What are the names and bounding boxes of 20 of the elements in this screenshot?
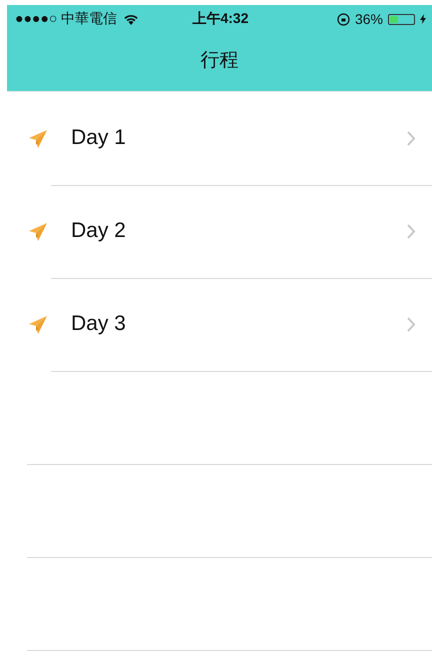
day-row[interactable]: Day 1 [7, 92, 432, 185]
paper-plane-icon [28, 314, 48, 334]
day-label: Day 3 [70, 312, 127, 336]
day-row[interactable]: Day 2 [7, 185, 432, 278]
wifi-icon [123, 13, 140, 25]
charging-icon [420, 14, 426, 24]
paper-plane-icon [28, 222, 48, 242]
day-label: Day 1 [70, 126, 127, 150]
day-row[interactable]: Day 3 [7, 278, 432, 371]
clock-text: 上午4:32 [192, 10, 249, 28]
carrier-text: ●●●●○ 中華電信 [15, 10, 118, 28]
rotation-lock-icon [336, 12, 350, 26]
chevron-right-icon [407, 224, 416, 238]
nav-title: 行程 [200, 49, 240, 73]
paper-plane-icon [28, 128, 48, 148]
battery-icon [388, 14, 415, 24]
chevron-right-icon [407, 316, 416, 332]
chevron-right-icon [407, 130, 416, 146]
battery-percent: 36% [354, 11, 383, 27]
day-label: Day 2 [70, 219, 127, 243]
